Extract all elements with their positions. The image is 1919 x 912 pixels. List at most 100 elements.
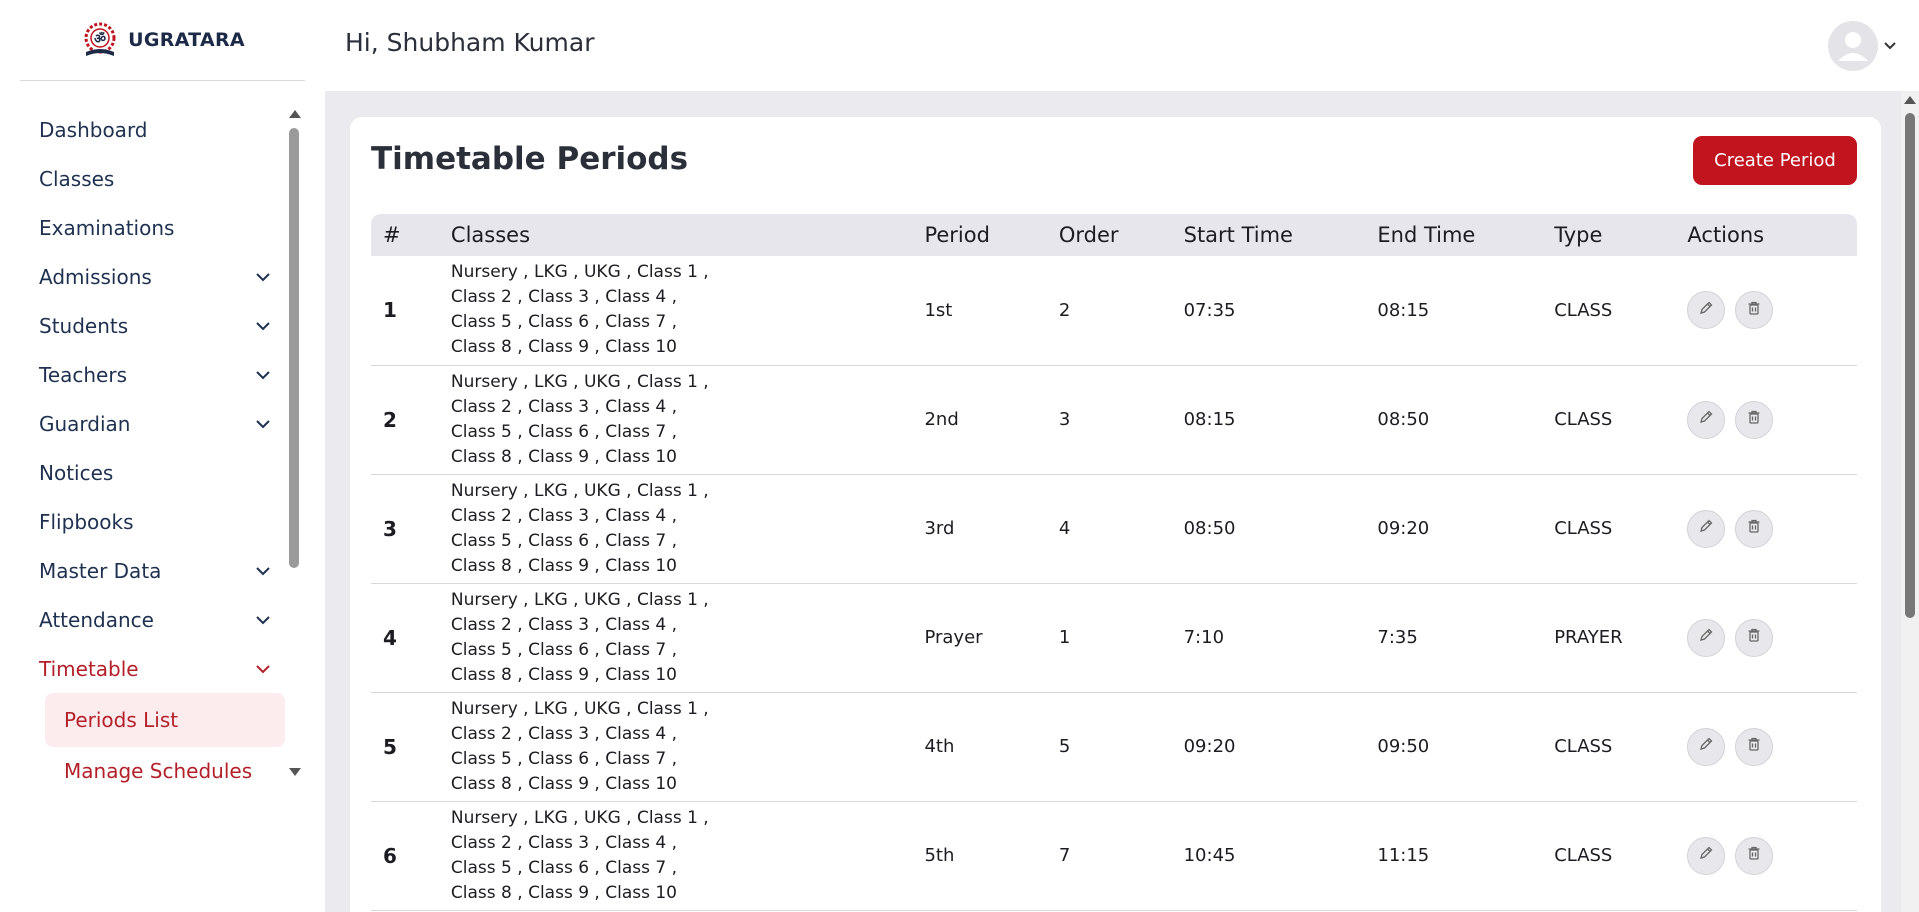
edit-button[interactable] bbox=[1687, 618, 1726, 657]
column-header: # bbox=[383, 223, 401, 247]
row-end-time: 11:15 bbox=[1377, 801, 1555, 911]
edit-button[interactable] bbox=[1687, 727, 1726, 766]
column-header: End Time bbox=[1377, 223, 1476, 247]
classes-cell: Nursery , LKG , UKG , Class 1 , Class 2 … bbox=[450, 474, 925, 584]
row-order: 2 bbox=[1058, 256, 1184, 366]
sidebar-item-notices[interactable]: Notices bbox=[20, 448, 285, 497]
edit-button[interactable] bbox=[1687, 836, 1726, 875]
row-order: 5 bbox=[1058, 692, 1184, 802]
brand-logo[interactable]: ॐ UGRATARA bbox=[20, 0, 305, 81]
chevron-down-icon bbox=[253, 659, 273, 679]
create-period-button[interactable]: Create Period bbox=[1693, 136, 1857, 185]
periods-table: # Classes Period Order Start Time End Time Typ… bbox=[371, 214, 1857, 911]
pencil-icon bbox=[1698, 736, 1714, 757]
row-actions bbox=[1687, 801, 1857, 911]
sidebar-item-admissions[interactable]: Admissions bbox=[20, 252, 285, 301]
sidebar-subitem-periods-list[interactable]: Periods List bbox=[45, 693, 285, 747]
sidebar-scrollbar[interactable] bbox=[287, 108, 301, 778]
table-row: 6 Nursery , LKG , UKG , Class 1 , Class 2… bbox=[371, 801, 1857, 911]
scroll-down-icon[interactable] bbox=[289, 768, 301, 776]
sidebar-item-master-data[interactable]: Master Data bbox=[20, 546, 285, 595]
row-end-time: 09:20 bbox=[1377, 474, 1555, 584]
page-scrollbar[interactable] bbox=[1901, 91, 1919, 912]
column-header: Type bbox=[1554, 223, 1603, 247]
table-row: 1 Nursery , LKG , UKG , Class 1 , Class 2… bbox=[371, 256, 1857, 366]
row-start-time: 09:20 bbox=[1183, 692, 1378, 802]
row-end-time: 08:15 bbox=[1377, 256, 1555, 366]
row-index: 5 bbox=[371, 692, 451, 802]
row-classes: Nursery , LKG , UKG , Class 1 , Class 2 … bbox=[450, 480, 709, 576]
sidebar-item-students[interactable]: Students bbox=[20, 301, 285, 350]
action-group bbox=[1687, 400, 1857, 439]
page-title: Timetable Periods bbox=[371, 141, 689, 177]
main-content: Timetable Periods Create Period # Classes… bbox=[325, 91, 1919, 912]
action-group bbox=[1687, 509, 1857, 548]
om-logo-icon: ॐ bbox=[80, 20, 120, 60]
sidebar-item-examinations[interactable]: Examinations bbox=[20, 203, 285, 252]
scroll-up-icon[interactable] bbox=[289, 110, 301, 118]
sidebar-item-label: Flipbooks bbox=[39, 509, 134, 534]
row-actions bbox=[1687, 583, 1857, 693]
trash-icon bbox=[1746, 736, 1762, 757]
delete-button[interactable] bbox=[1735, 509, 1774, 548]
row-period: Prayer bbox=[924, 583, 1059, 693]
chevron-down-icon[interactable] bbox=[1881, 38, 1899, 54]
row-order: 3 bbox=[1058, 365, 1184, 475]
action-group bbox=[1687, 727, 1857, 766]
column-header: Order bbox=[1058, 223, 1119, 247]
row-period: 1st bbox=[924, 256, 1059, 366]
column-header: Period bbox=[924, 223, 990, 247]
sidebar-item-label: Master Data bbox=[39, 558, 162, 583]
row-actions bbox=[1687, 692, 1857, 802]
user-icon bbox=[1838, 32, 1868, 61]
delete-button[interactable] bbox=[1735, 618, 1774, 657]
trash-icon bbox=[1746, 300, 1762, 321]
row-classes: Nursery , LKG , UKG , Class 1 , Class 2 … bbox=[450, 698, 709, 794]
sidebar-item-dashboard[interactable]: Dashboard bbox=[20, 105, 285, 154]
pencil-icon bbox=[1698, 627, 1714, 648]
delete-button[interactable] bbox=[1735, 836, 1774, 875]
user-avatar[interactable] bbox=[1828, 21, 1878, 71]
pencil-icon bbox=[1698, 300, 1714, 321]
action-group bbox=[1687, 618, 1857, 657]
action-group bbox=[1687, 836, 1857, 875]
column-header: Classes bbox=[450, 223, 531, 247]
edit-button[interactable] bbox=[1687, 509, 1726, 548]
sidebar-item-label: Examinations bbox=[39, 215, 175, 240]
sidebar-item-label: Students bbox=[39, 313, 129, 338]
edit-button[interactable] bbox=[1687, 291, 1726, 330]
sidebar-item-classes[interactable]: Classes bbox=[20, 154, 285, 203]
row-classes: Nursery , LKG , UKG , Class 1 , Class 2 … bbox=[450, 262, 709, 358]
delete-button[interactable] bbox=[1735, 727, 1774, 766]
classes-cell: Nursery , LKG , UKG , Class 1 , Class 2 … bbox=[450, 256, 925, 366]
row-classes: Nursery , LKG , UKG , Class 1 , Class 2 … bbox=[450, 371, 709, 467]
row-index: 6 bbox=[371, 801, 451, 911]
sidebar-item-flipbooks[interactable]: Flipbooks bbox=[20, 497, 285, 546]
edit-button[interactable] bbox=[1687, 400, 1726, 439]
sidebar-item-label: Timetable bbox=[39, 656, 139, 681]
scrollbar-thumb[interactable] bbox=[289, 128, 299, 568]
sidebar: ॐ UGRATARA Dashboard Classes Examinations A… bbox=[0, 0, 325, 912]
chevron-down-icon bbox=[253, 561, 273, 581]
sidebar-item-teachers[interactable]: Teachers bbox=[20, 350, 285, 399]
delete-button[interactable] bbox=[1735, 400, 1774, 439]
svg-text:ॐ: ॐ bbox=[94, 31, 106, 47]
sidebar-item-guardian[interactable]: Guardian bbox=[20, 399, 285, 448]
row-start-time: 10:45 bbox=[1183, 801, 1378, 911]
sidebar-subitem-manage-schedules[interactable]: Manage Schedules bbox=[45, 747, 285, 785]
column-header: Start Time bbox=[1183, 223, 1293, 247]
action-group bbox=[1687, 291, 1857, 330]
row-type: PRAYER bbox=[1554, 583, 1688, 693]
scroll-up-icon[interactable] bbox=[1904, 96, 1916, 104]
trash-icon bbox=[1746, 627, 1762, 648]
row-type: CLASS bbox=[1554, 256, 1688, 366]
sidebar-item-timetable[interactable]: Timetable bbox=[20, 644, 285, 693]
row-end-time: 7:35 bbox=[1377, 583, 1555, 693]
row-index: 1 bbox=[371, 256, 451, 366]
scrollbar-thumb[interactable] bbox=[1905, 113, 1915, 618]
sidebar-item-label: Attendance bbox=[39, 607, 154, 632]
row-actions bbox=[1687, 474, 1857, 584]
delete-button[interactable] bbox=[1735, 291, 1774, 330]
sidebar-item-attendance[interactable]: Attendance bbox=[20, 595, 285, 644]
row-end-time: 08:50 bbox=[1377, 365, 1555, 475]
